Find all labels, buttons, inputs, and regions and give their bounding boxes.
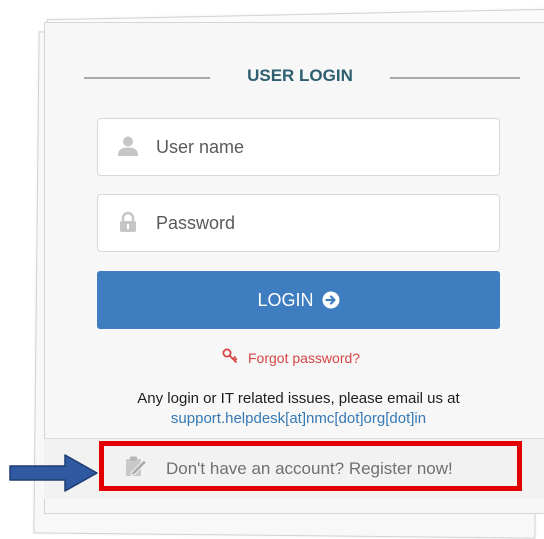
login-header: USER LOGIN xyxy=(84,66,520,90)
password-input[interactable] xyxy=(156,209,476,237)
help-text: Any login or IT related issues, please e… xyxy=(137,390,460,407)
page-title: USER LOGIN xyxy=(247,66,353,85)
key-icon xyxy=(222,348,238,367)
forgot-password-link[interactable]: Forgot password? xyxy=(222,348,360,367)
arrow-right-icon xyxy=(9,452,99,499)
username-field[interactable] xyxy=(97,118,500,176)
login-button[interactable]: LOGIN xyxy=(97,271,500,329)
login-button-label: LOGIN xyxy=(257,289,314,310)
forgot-password-label: Forgot password? xyxy=(248,349,361,366)
title-divider-left xyxy=(84,77,210,79)
arrow-right-circle-icon xyxy=(322,291,340,309)
support-email-link[interactable]: support.helpdesk[at]nmc[dot]org[dot]in xyxy=(97,410,500,427)
password-field[interactable] xyxy=(97,194,500,252)
register-highlight-box xyxy=(99,441,522,491)
user-icon xyxy=(117,135,139,157)
lock-icon xyxy=(117,211,139,233)
username-input[interactable] xyxy=(156,133,476,161)
title-divider-right xyxy=(390,77,520,79)
